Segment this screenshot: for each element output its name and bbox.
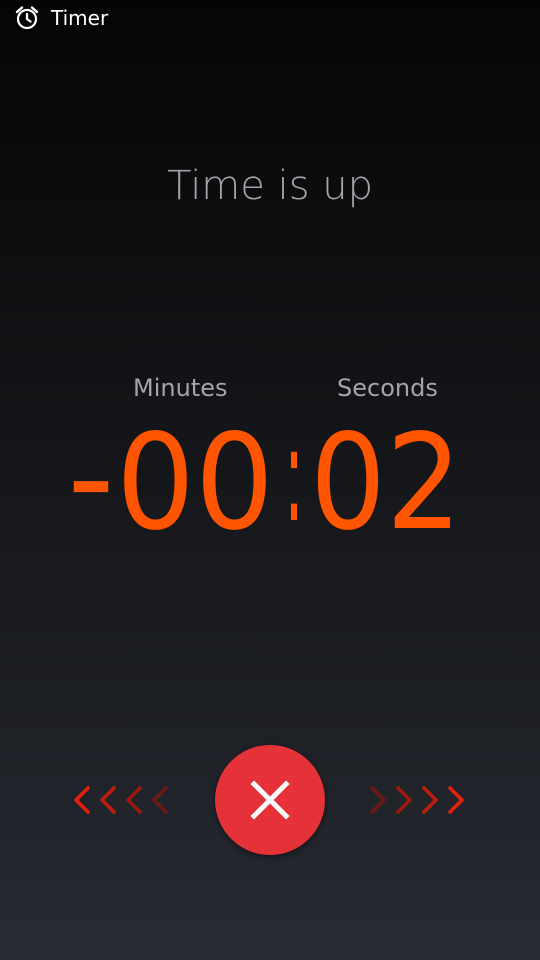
negative-sign: − [68, 406, 114, 554]
app-title: Timer [51, 6, 109, 30]
time-up-headline: Time is up [166, 163, 373, 209]
time-separator: : [284, 404, 304, 552]
chevron-right-icon [370, 786, 386, 814]
seconds-value: 02 [310, 406, 462, 554]
minutes-value: 00 [116, 406, 274, 554]
minutes-label: Minutes [133, 374, 228, 402]
header-bar: Timer [0, 0, 540, 36]
chevron-right-icon [422, 786, 438, 814]
timer-readout: − 00 : 02 [0, 404, 540, 554]
dismiss-button[interactable] [215, 745, 325, 855]
chevron-right-icon [396, 786, 412, 814]
close-icon [250, 780, 290, 820]
chevron-left-icon [126, 786, 142, 814]
chevron-left-icon [74, 786, 90, 814]
swipe-right-hint [366, 784, 466, 816]
chevron-left-icon [100, 786, 116, 814]
seconds-label: Seconds [337, 374, 438, 402]
swipe-left-hint [70, 784, 170, 816]
chevron-left-icon [152, 786, 168, 814]
alarm-clock-icon [15, 6, 39, 30]
chevron-right-icon [448, 786, 464, 814]
